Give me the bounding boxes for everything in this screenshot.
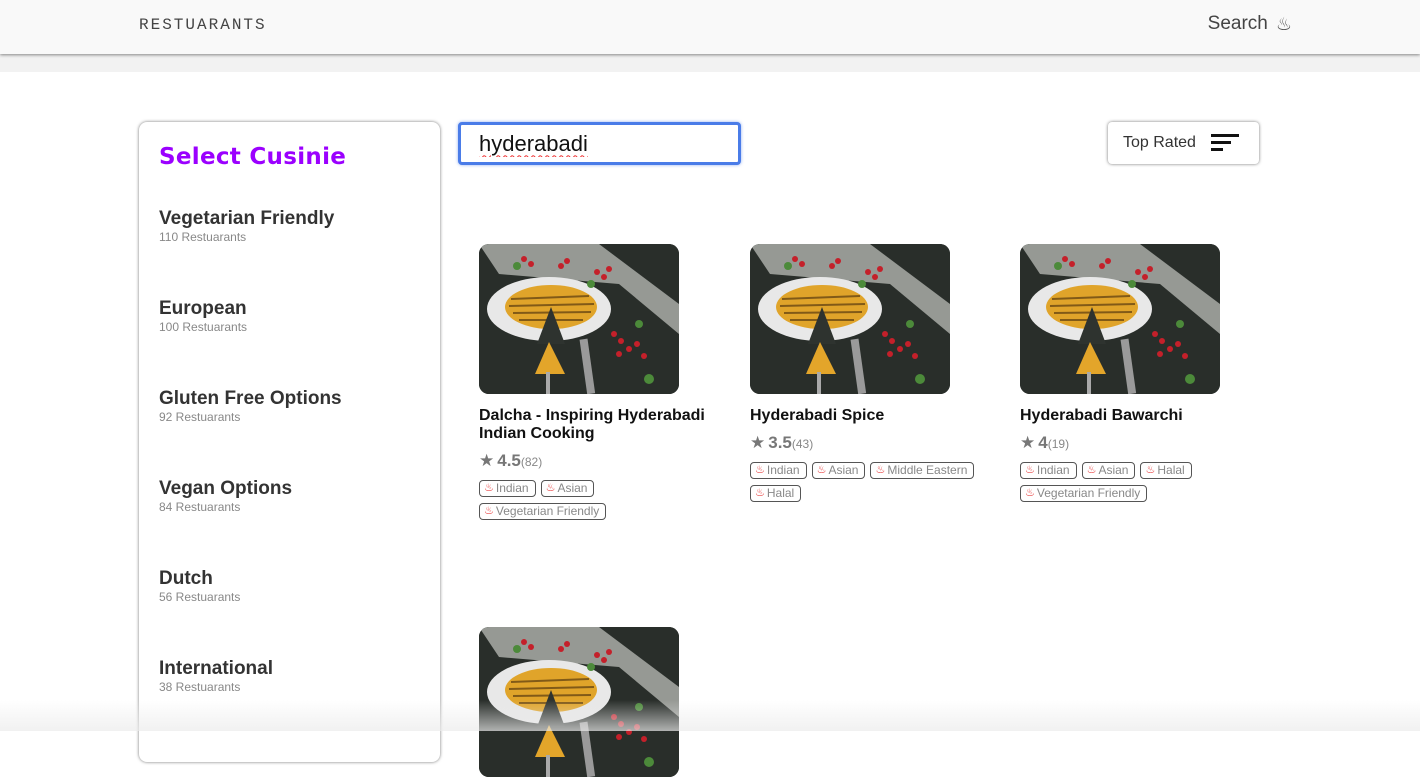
hot-springs-icon: ♨ [1025, 464, 1035, 476]
top-navbar: RESTUARANTS Search ♨ [0, 0, 1420, 54]
cuisine-tags: ♨ Indian ♨ Asian ♨ Middle Eastern ♨ Hala… [750, 462, 990, 502]
cuisine-tags: ♨ Indian ♨ Asian ♨ Halal ♨ Vegetarian Fr… [1020, 462, 1260, 502]
star-icon: ★ [750, 433, 766, 452]
rating-value: 3.5 [768, 433, 792, 452]
hot-springs-icon: ♨ [484, 482, 494, 494]
cuisine-count: 56 Restuarants [159, 590, 241, 604]
tag-label: Asian [828, 463, 859, 477]
tag-label: Asian [1098, 463, 1129, 477]
tag-label: Indian [1036, 463, 1070, 477]
cuisine-tag[interactable]: ♨ Indian [750, 462, 807, 479]
review-count: (43) [791, 437, 814, 451]
hot-springs-icon: ♨ [816, 464, 827, 476]
tag-label: Vegetarian Friendly [495, 504, 600, 518]
cuisine-item[interactable]: European 100 Restuarants [159, 298, 420, 388]
cuisine-count: 110 Restuarants [159, 230, 247, 244]
restaurant-card[interactable]: Hyderabadi Spice ★ 3.5 (43) ♨ Indian ♨ A… [750, 244, 990, 502]
search-label: Search [1207, 13, 1268, 34]
restaurant-name[interactable]: Dalcha - Inspiring Hyderabadi Indian Coo… [479, 407, 719, 443]
hot-springs-icon: ♨ [755, 464, 765, 476]
hot-springs-icon: ♨ [1275, 13, 1292, 34]
cuisine-count: 100 Restuarants [159, 320, 248, 334]
cuisine-tag[interactable]: ♨ Halal [750, 485, 802, 502]
hot-springs-icon: ♨ [875, 464, 886, 476]
cuisine-name: Vegan Options [159, 478, 293, 499]
cuisine-item[interactable]: Vegetarian Friendly 110 Restuarants [159, 208, 420, 298]
food-photo [479, 627, 679, 777]
cuisine-item[interactable]: Gluten Free Options 92 Restuarants [159, 388, 420, 478]
tag-label: Vegetarian Friendly [1036, 486, 1141, 500]
restaurant-photo[interactable] [750, 244, 950, 394]
cuisine-item[interactable]: Dutch 56 Restuarants [159, 568, 420, 658]
restaurant-card[interactable]: Hyderabadi Bawarchi ★ 4 (19) ♨ Indian ♨ … [1020, 244, 1260, 502]
review-count: (82) [520, 455, 543, 469]
cuisine-name: Gluten Free Options [159, 388, 342, 409]
restaurant-card[interactable]: Dalcha - Inspiring Hyderabadi Indian Coo… [479, 244, 719, 520]
cuisine-tag[interactable]: ♨ Vegetarian Friendly [479, 503, 607, 520]
cuisine-item[interactable]: Vegan Options 84 Restuarants [159, 478, 420, 568]
cuisine-tags: ♨ Indian ♨ Asian ♨ Vegetarian Friendly [479, 480, 719, 520]
cuisine-sidebar: Select Cusinie Vegetarian Friendly 110 R… [139, 122, 440, 762]
cuisine-name: European [159, 298, 247, 319]
cuisine-name: Vegetarian Friendly [159, 208, 335, 229]
header-band [0, 54, 1420, 72]
cuisine-tag[interactable]: ♨ Asian [540, 480, 595, 497]
tag-label: Halal [766, 486, 795, 500]
search-link[interactable]: Search ♨ [1208, 13, 1292, 35]
tag-label: Indian [766, 463, 800, 477]
rating: ★ 4.5 (82) [479, 451, 719, 471]
tag-label: Indian [495, 481, 529, 495]
sort-dropdown-button[interactable]: Top Rated [1108, 122, 1259, 164]
cuisine-count: 84 Restuarants [159, 500, 241, 514]
rating-value: 4 [1038, 433, 1048, 452]
hot-springs-icon: ♨ [1025, 487, 1035, 499]
tag-label: Halal [1157, 463, 1185, 477]
hot-springs-icon: ♨ [545, 482, 556, 494]
cuisine-tag[interactable]: ♨ Indian [479, 480, 536, 497]
rating: ★ 3.5 (43) [750, 433, 990, 453]
rating: ★ 4 (19) [1020, 433, 1260, 453]
tag-label: Asian [557, 481, 588, 495]
restaurant-search-input[interactable] [458, 122, 741, 165]
brand-logo[interactable]: RESTUARANTS [139, 16, 267, 34]
cuisine-count: 38 Restuarants [159, 680, 241, 694]
restaurant-photo[interactable] [479, 627, 679, 777]
cuisine-tag[interactable]: ♨ Vegetarian Friendly [1020, 485, 1148, 502]
review-count: (19) [1047, 437, 1070, 451]
cuisine-tag[interactable]: ♨ Asian [1081, 462, 1136, 479]
restaurant-card[interactable] [479, 627, 719, 777]
food-photo [479, 244, 679, 394]
rating-value: 4.5 [497, 451, 521, 470]
cuisine-item[interactable]: International 38 Restuarants [159, 658, 420, 748]
cuisine-tag[interactable]: ♨ Indian [1020, 462, 1077, 479]
cuisine-tag[interactable]: ♨ Halal [1140, 462, 1192, 479]
star-icon: ★ [479, 451, 495, 470]
cuisine-count: 92 Restuarants [159, 410, 241, 424]
food-photo [1020, 244, 1220, 394]
cuisine-name: International [159, 658, 274, 679]
cuisine-tag[interactable]: ♨ Middle Eastern [870, 462, 975, 479]
sidebar-title: Select Cusinie [159, 144, 347, 170]
cuisine-tag[interactable]: ♨ Asian [811, 462, 866, 479]
hot-springs-icon: ♨ [484, 505, 494, 517]
restaurant-name[interactable]: Hyderabadi Bawarchi [1020, 407, 1260, 425]
hot-springs-icon: ♨ [1086, 464, 1097, 476]
cuisine-name: Dutch [159, 568, 213, 589]
sort-icon [1211, 134, 1239, 152]
food-photo [750, 244, 950, 394]
restaurant-photo[interactable] [1020, 244, 1220, 394]
restaurant-photo[interactable] [479, 244, 679, 394]
hot-springs-icon: ♨ [1145, 464, 1156, 476]
tag-label: Middle Eastern [887, 463, 968, 477]
sort-label: Top Rated [1123, 134, 1196, 151]
star-icon: ★ [1020, 433, 1036, 452]
hot-springs-icon: ♨ [755, 487, 765, 499]
restaurant-name[interactable]: Hyderabadi Spice [750, 407, 990, 425]
